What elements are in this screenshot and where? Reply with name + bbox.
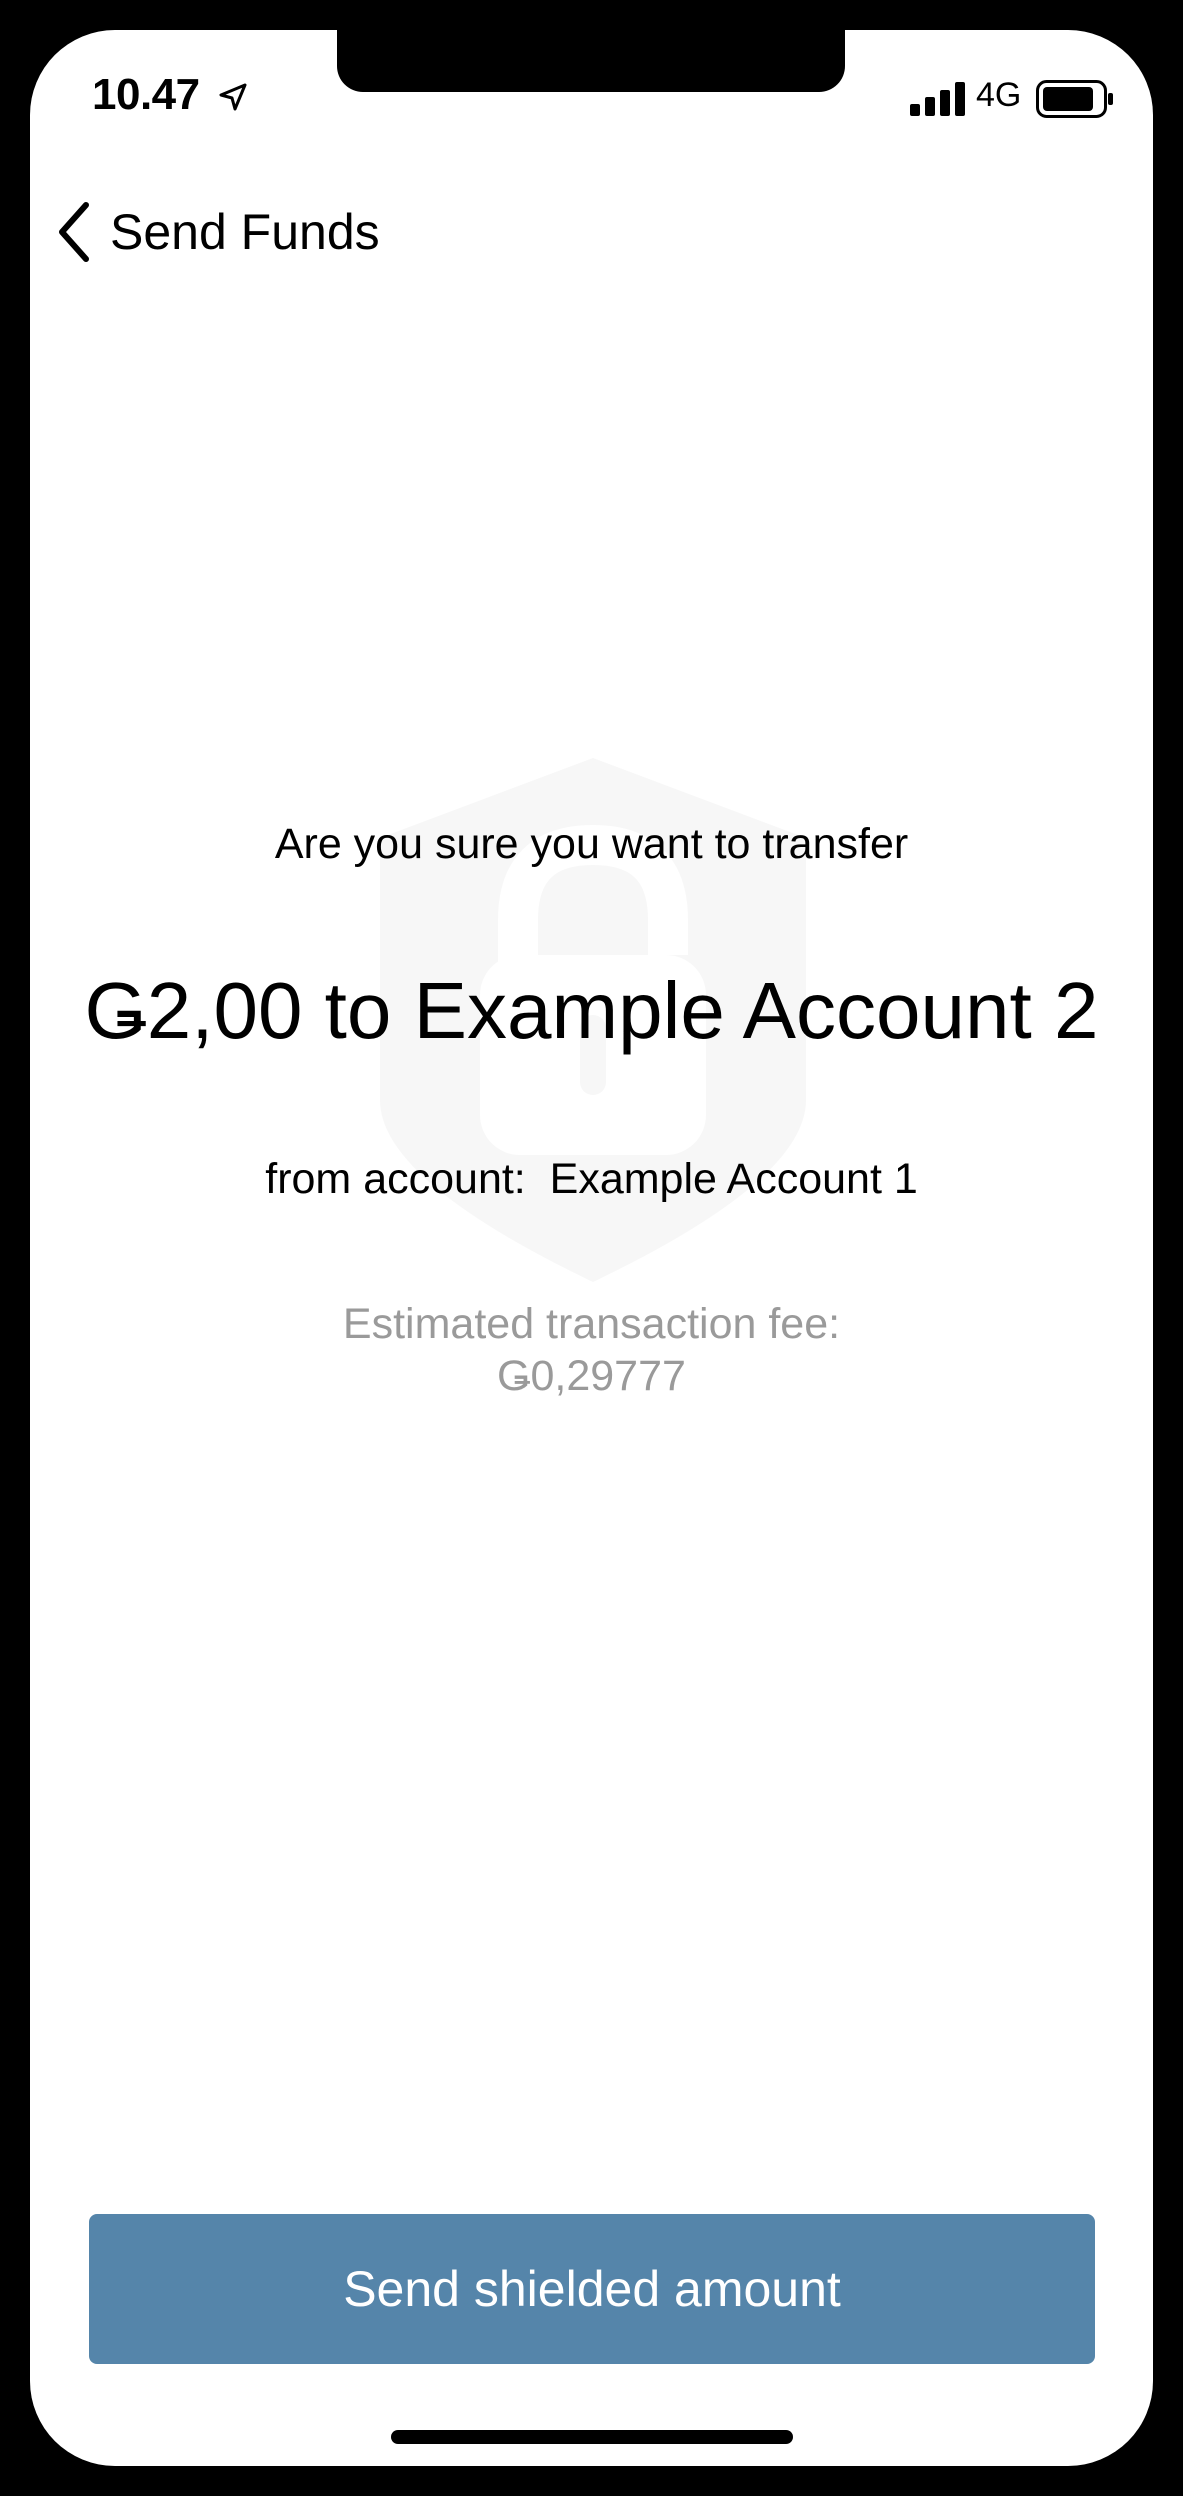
battery-icon (1036, 80, 1113, 118)
fee-label: Estimated transaction fee: (342, 1300, 841, 1348)
network-type-label: 4G (976, 76, 1022, 114)
status-time: 10.47 (92, 70, 200, 119)
nav-title: Send Funds (110, 204, 380, 260)
send-shielded-amount-button[interactable]: Send shielded amount (89, 2214, 1095, 2364)
device-notch (337, 30, 845, 92)
source-account: from account: Example Account 1 (265, 1155, 918, 1203)
transfer-amount-recipient: Ǥ2,00 to Example Account 2 (84, 966, 1099, 1055)
screen: 10.47 4G Send Funds Are you sure you wan… (30, 30, 1153, 2466)
device-frame: 10.47 4G Send Funds Are you sure you wan… (0, 0, 1183, 2496)
home-indicator (391, 2430, 793, 2444)
back-button[interactable]: Send Funds (52, 192, 380, 272)
fee-value: Ǥ0,29777 (497, 1352, 686, 1400)
confirmation-question: Are you sure you want to transfer (274, 820, 909, 868)
chevron-left-icon (59, 202, 89, 262)
signal-bars-icon (910, 82, 965, 116)
location-arrow-icon (219, 83, 247, 111)
